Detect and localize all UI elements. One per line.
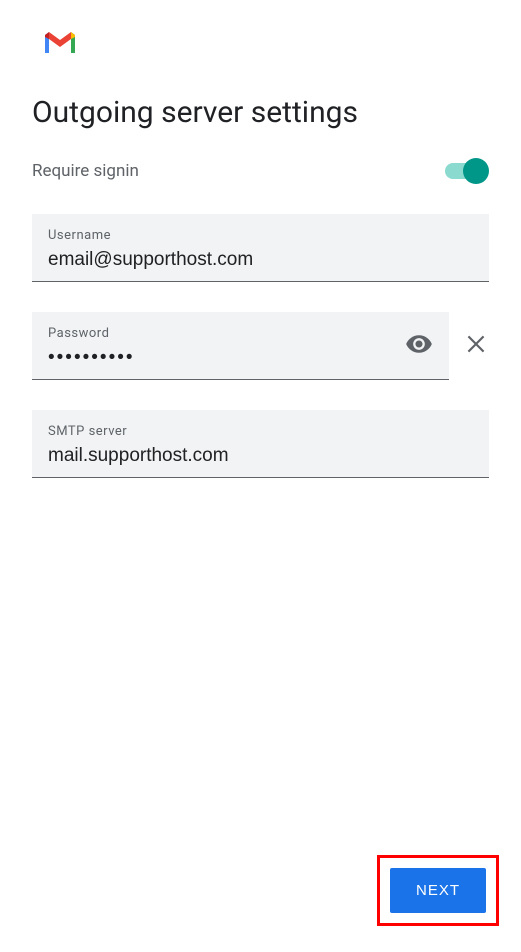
page-title: Outgoing server settings	[32, 95, 521, 130]
password-label: Password	[48, 326, 433, 341]
next-button[interactable]: NEXT	[390, 868, 486, 913]
password-field[interactable]: Password	[32, 312, 449, 380]
require-signin-label: Require signin	[32, 161, 139, 181]
smtp-input[interactable]	[48, 445, 473, 467]
gmail-logo	[42, 28, 521, 60]
show-password-icon[interactable]	[405, 330, 433, 362]
smtp-field[interactable]: SMTP server	[32, 410, 489, 478]
smtp-label: SMTP server	[48, 424, 473, 439]
password-input[interactable]	[48, 347, 393, 369]
next-button-highlight: NEXT	[377, 855, 499, 926]
username-field[interactable]: Username	[32, 214, 489, 282]
username-label: Username	[48, 228, 473, 243]
clear-icon[interactable]	[463, 331, 489, 361]
username-input[interactable]	[48, 249, 473, 271]
require-signin-toggle[interactable]	[445, 158, 489, 184]
